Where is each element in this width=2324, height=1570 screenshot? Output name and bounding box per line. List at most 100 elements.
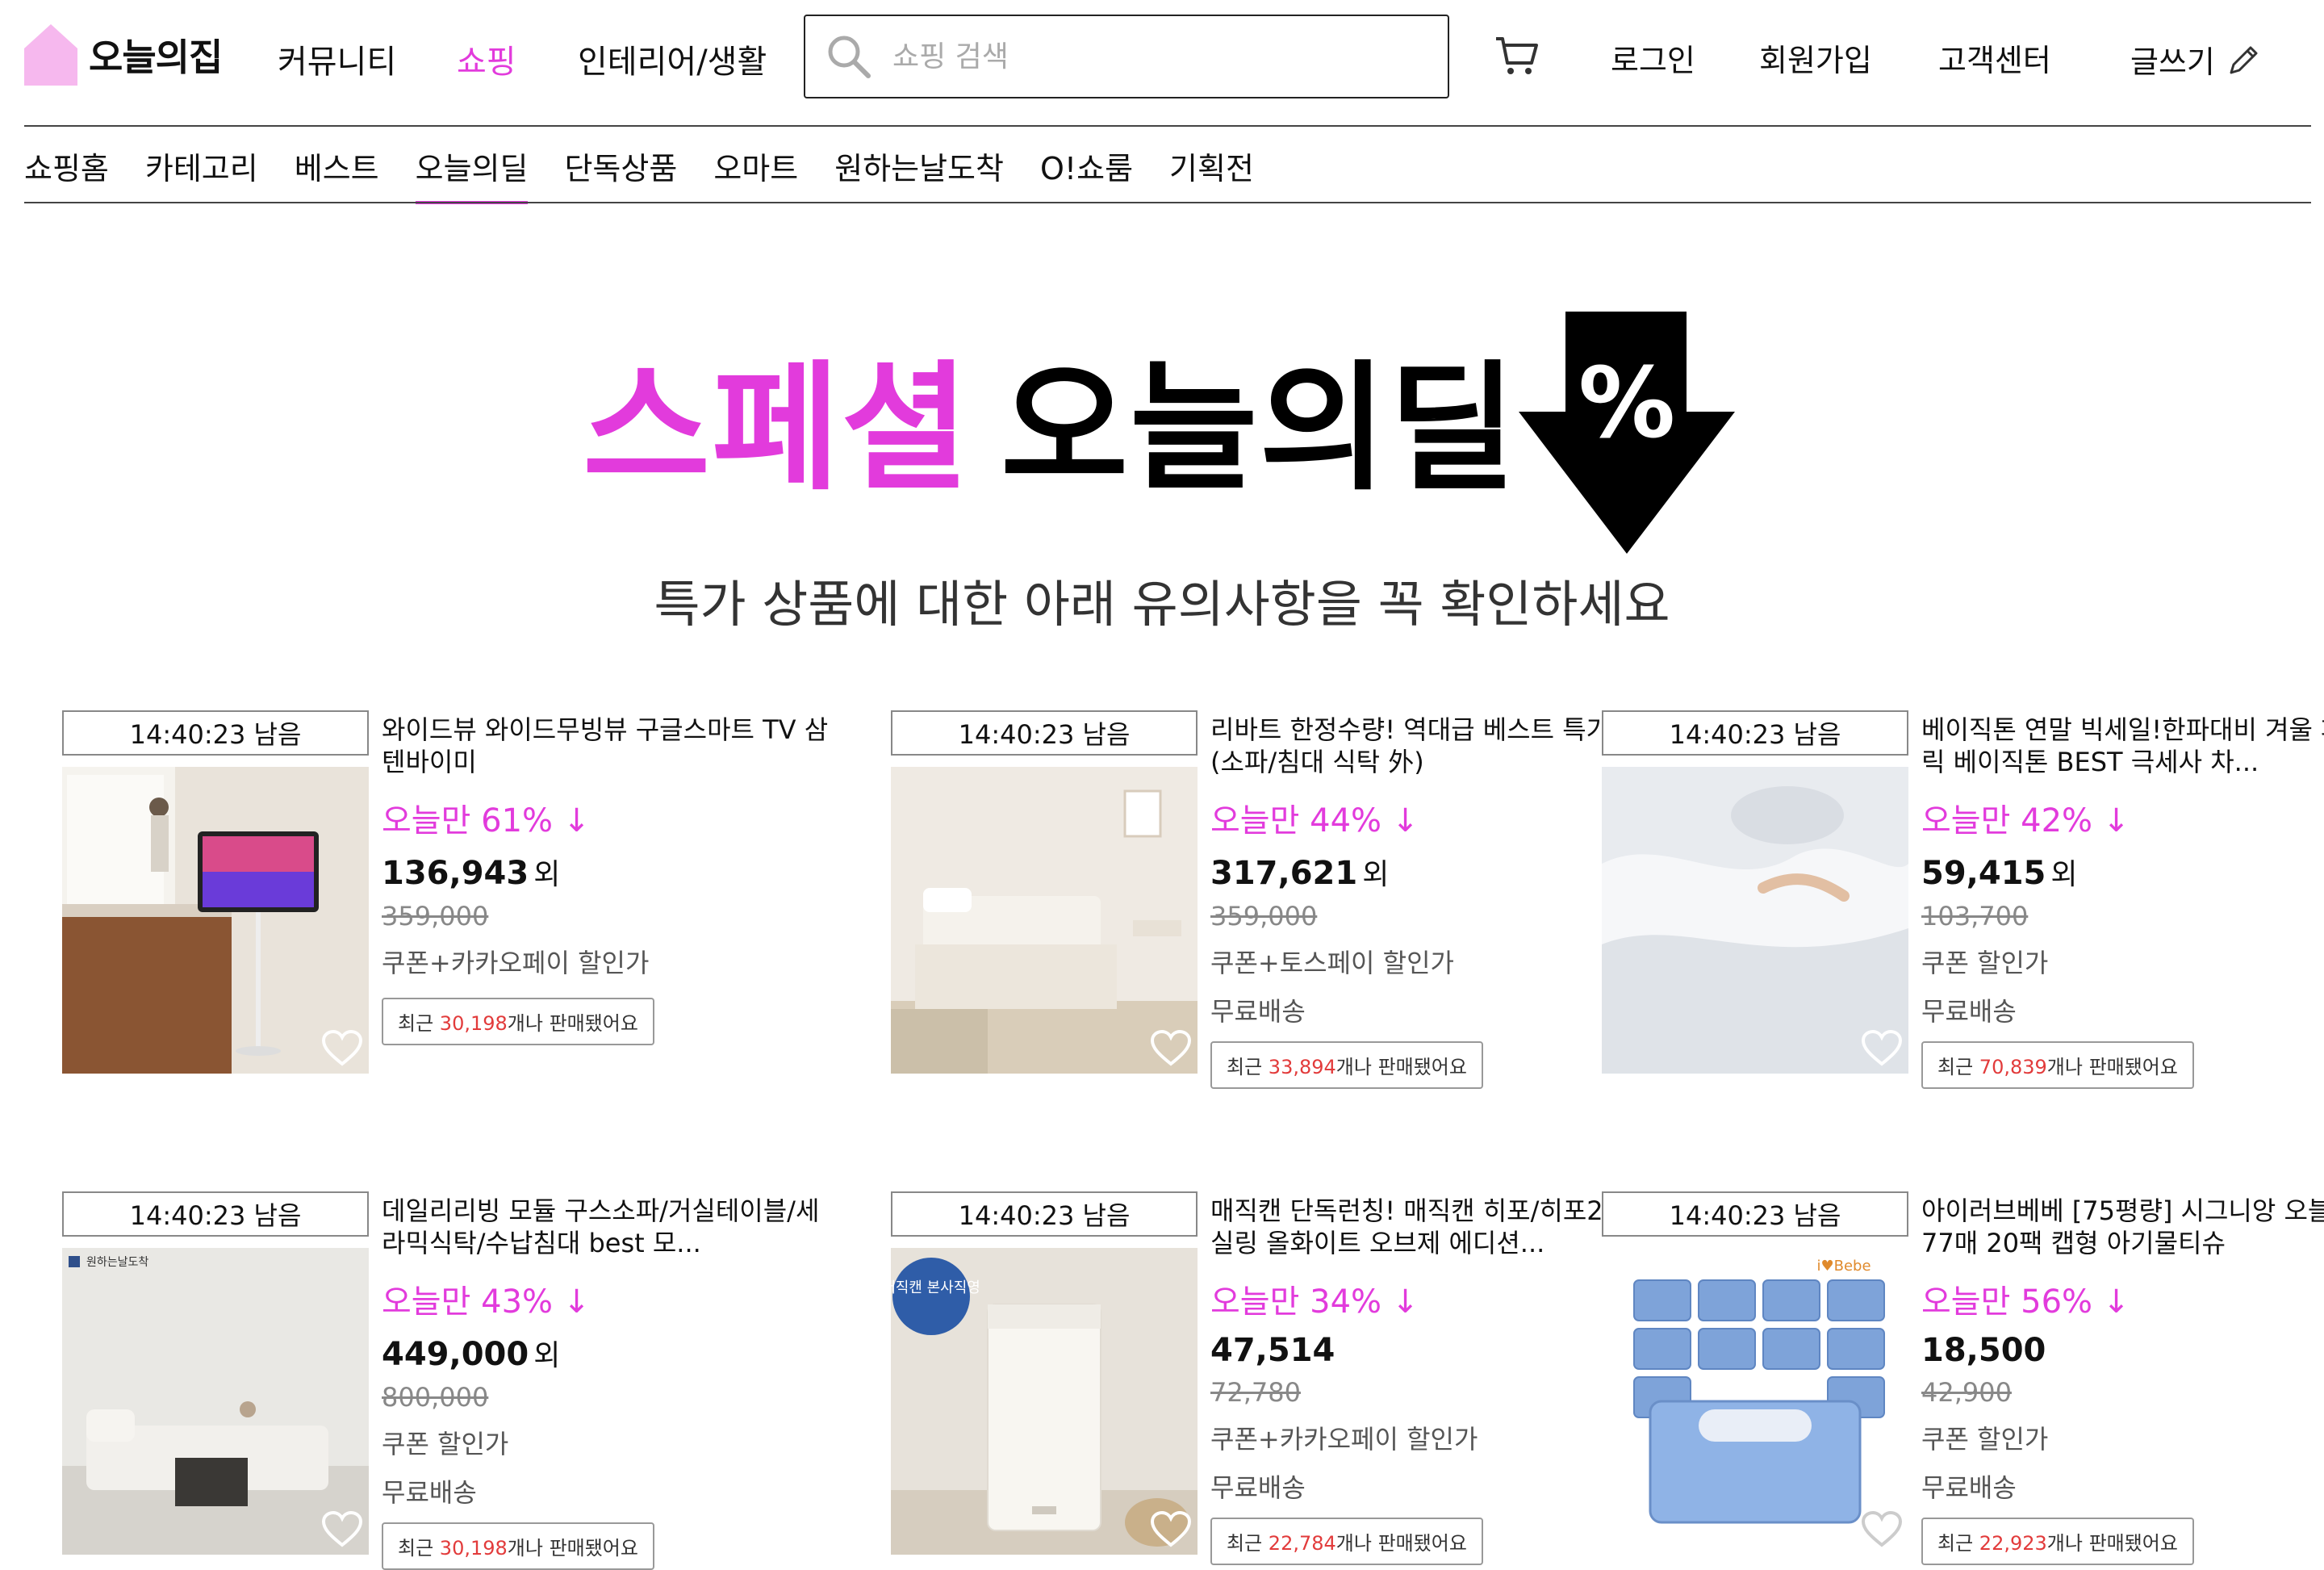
sold-suffix: 개나 판매됐어요 <box>2046 1532 2178 1555</box>
price-suffix: 외 <box>533 1339 561 1372</box>
subnav-promotions[interactable]: 기획전 <box>1169 129 1254 203</box>
countdown-timer: 14:40:23 남음 <box>1602 1191 1908 1237</box>
signup-link[interactable]: 회원가입 <box>1759 36 1872 80</box>
product-title[interactable]: 리바트 한정수량! 역대급 베스트 특가전(소파/침대 식탁 外) <box>1210 714 1662 778</box>
product-image[interactable]: 매직캔 본사직영 <box>891 1248 1198 1555</box>
nav-community[interactable]: 커뮤니티 <box>278 36 396 82</box>
price-value: 59,415 <box>1921 855 2046 892</box>
nav-interior[interactable]: 인테리어/생활 <box>578 36 767 82</box>
hero-special-text: 스페셜 <box>583 347 971 509</box>
search-box[interactable] <box>804 15 1449 98</box>
product-title[interactable]: 아이러브베베 [75평량] 시그니앙 오블루 77매 20팩 캡형 아기물티슈 <box>1921 1195 2324 1259</box>
heart-icon[interactable] <box>322 1030 362 1067</box>
sold-suffix: 개나 판매됐어요 <box>1335 1056 1467 1078</box>
product-title[interactable]: 와이드뷰 와이드무빙뷰 구글스마트 TV 삼텐바이미 <box>382 714 834 778</box>
product-title[interactable]: 매직캔 단독런칭! 매직캔 히포/히포2 오토실링 올화이트 오브제 에디션..… <box>1210 1195 1662 1259</box>
arrow-percent-text: % <box>1578 348 1675 460</box>
product-card[interactable]: 14:40:23 남음 i♥Bebe 아이러브베베 [75평량] 시그니앙 오블… <box>1602 1191 2324 1565</box>
sold-number: 22,923 <box>1979 1532 2047 1555</box>
sale-price: 59,415 외 <box>1921 851 2324 893</box>
subnav-omart[interactable]: 오마트 <box>713 129 798 203</box>
price-value: 47,514 <box>1210 1332 1335 1369</box>
image-badge-text: 원하는날도착 <box>86 1256 148 1269</box>
subnav-desired-date[interactable]: 원하는날도착 <box>834 129 1004 203</box>
sold-number: 30,198 <box>439 1012 508 1035</box>
sold-prefix: 최근 <box>1937 1056 1979 1078</box>
subnav-divider <box>24 202 2311 203</box>
hero-title: 오늘의딜 <box>1001 347 1518 509</box>
product-card[interactable]: 14:40:23 남음 와이드뷰 와이드무빙뷰 구글스마트 TV 삼텐바이미 오… <box>62 710 837 1082</box>
sold-suffix: 개나 판매됐어요 <box>2046 1056 2178 1078</box>
sold-count-badge: 최근 30,198개나 판매됐어요 <box>382 998 654 1045</box>
price-suffix: 외 <box>533 858 561 891</box>
sold-number: 30,198 <box>439 1537 508 1560</box>
product-info: 매직캔 단독런칭! 매직캔 히포/히포2 오토실링 올화이트 오브제 에디션..… <box>1210 1191 1662 1565</box>
discount-rate: 오늘만 56% ↓ <box>1921 1283 2130 1321</box>
hero-banner: 스페셜 오늘의딜 % <box>0 299 2324 565</box>
heart-icon[interactable] <box>1862 1030 1902 1067</box>
product-card[interactable]: 14:40:23 남음 리바트 한정수량! 역대급 베스트 특가전(소파/침대 … <box>891 710 1666 1089</box>
subnav-todays-deal[interactable]: 오늘의딜 <box>415 129 528 204</box>
subnav-shopping-home[interactable]: 쇼핑홈 <box>24 129 109 203</box>
countdown-timer: 14:40:23 남음 <box>891 710 1198 756</box>
countdown-timer: 14:40:23 남음 <box>891 1191 1198 1237</box>
subnav-best[interactable]: 베스트 <box>295 129 379 203</box>
price-suffix: 외 <box>2050 858 2078 891</box>
product-image[interactable] <box>62 767 369 1074</box>
write-label: 글쓰기 <box>2130 44 2215 80</box>
product-card[interactable]: 14:40:23 남음 매직캔 본사직영 매직캔 단독런칭! 매직캔 히포/히포… <box>891 1191 1666 1565</box>
product-title[interactable]: 베이직톤 연말 빅세일!한파대비 겨울 패브릭 베이직톤 BEST 극세사 차.… <box>1921 714 2324 778</box>
original-price: 72,780 <box>1210 1377 1301 1408</box>
price-value: 18,500 <box>1921 1332 2046 1369</box>
image-badge-text: i♥Bebe <box>1816 1258 1870 1275</box>
subnav-exclusive[interactable]: 단독상품 <box>564 129 677 203</box>
heart-icon[interactable] <box>1862 1511 1902 1548</box>
heart-icon[interactable] <box>1151 1030 1191 1067</box>
logo[interactable]: 오늘의집 <box>24 24 223 86</box>
product-info: 데일리리빙 모듈 구스소파/거실테이블/세라믹식탁/수납침대 best 모...… <box>382 1191 834 1570</box>
product-image[interactable]: i♥Bebe <box>1602 1248 1908 1555</box>
product-info: 리바트 한정수량! 역대급 베스트 특가전(소파/침대 식탁 外) 오늘만 44… <box>1210 710 1662 1089</box>
product-info: 베이직톤 연말 빅세일!한파대비 겨울 패브릭 베이직톤 BEST 극세사 차.… <box>1921 710 2324 1089</box>
countdown-timer: 14:40:23 남음 <box>62 1191 369 1237</box>
shipping-text: 무료배송 <box>1921 996 2017 1027</box>
heart-icon[interactable] <box>1151 1511 1191 1548</box>
shipping-text: 무료배송 <box>1210 996 1306 1027</box>
top-header: 오늘의집 커뮤니티 쇼핑 인테리어/생활 로그인 회원가입 고객센터 글쓰기 <box>0 0 2324 126</box>
benefit-text: 쿠폰+카카오페이 할인가 <box>382 948 650 978</box>
benefit-text: 쿠폰 할인가 <box>1921 948 2049 978</box>
customer-center-link[interactable]: 고객센터 <box>1938 36 2051 80</box>
product-card[interactable]: 14:40:23 남음 베이직톤 연말 빅세일!한파대비 겨울 패브릭 베이직톤… <box>1602 710 2324 1089</box>
shipping-text: 무료배송 <box>1210 1472 1306 1503</box>
benefit-text: 쿠폰 할인가 <box>382 1429 509 1459</box>
product-image[interactable] <box>891 767 1198 1074</box>
cart-icon[interactable] <box>1493 32 1540 79</box>
discount-rate: 오늘만 61% ↓ <box>382 802 591 839</box>
search-icon <box>828 36 871 78</box>
sold-suffix: 개나 판매됐어요 <box>507 1537 638 1560</box>
product-card[interactable]: 14:40:23 남음 원하는날도착 데일리리빙 모듈 구스소파/거실테이블/세… <box>62 1191 837 1570</box>
image-badge-text: 매직캔 본사직영 <box>891 1279 980 1296</box>
sale-price: 47,514 <box>1210 1332 1662 1369</box>
sold-count-badge: 최근 33,894개나 판매됐어요 <box>1210 1041 1483 1089</box>
header-divider <box>24 125 2311 127</box>
sold-prefix: 최근 <box>1227 1532 1269 1555</box>
search-input[interactable] <box>891 39 1378 74</box>
product-image[interactable]: 원하는날도착 <box>62 1248 369 1555</box>
sale-price: 136,943 외 <box>382 851 834 893</box>
price-value: 317,621 <box>1210 855 1358 892</box>
heart-icon[interactable] <box>322 1511 362 1548</box>
original-price: 42,900 <box>1921 1377 2012 1408</box>
write-button[interactable]: 글쓰기 <box>2130 37 2262 82</box>
subnav-showroom[interactable]: O!쇼룸 <box>1040 129 1133 203</box>
sale-price: 449,000 외 <box>382 1332 834 1374</box>
login-link[interactable]: 로그인 <box>1611 36 1695 80</box>
benefit-text: 쿠폰 할인가 <box>1921 1424 2049 1455</box>
product-image[interactable] <box>1602 767 1908 1074</box>
product-title[interactable]: 데일리리빙 모듈 구스소파/거실테이블/세라믹식탁/수납침대 best 모... <box>382 1195 834 1259</box>
nav-shopping[interactable]: 쇼핑 <box>457 36 516 82</box>
subnav-category[interactable]: 카테고리 <box>145 129 258 203</box>
hero-subtitle: 특가 상품에 대한 아래 유의사항을 꼭 확인하세요 <box>654 575 1670 634</box>
discount-rate: 오늘만 43% ↓ <box>382 1283 591 1321</box>
price-suffix: 외 <box>1362 858 1390 891</box>
